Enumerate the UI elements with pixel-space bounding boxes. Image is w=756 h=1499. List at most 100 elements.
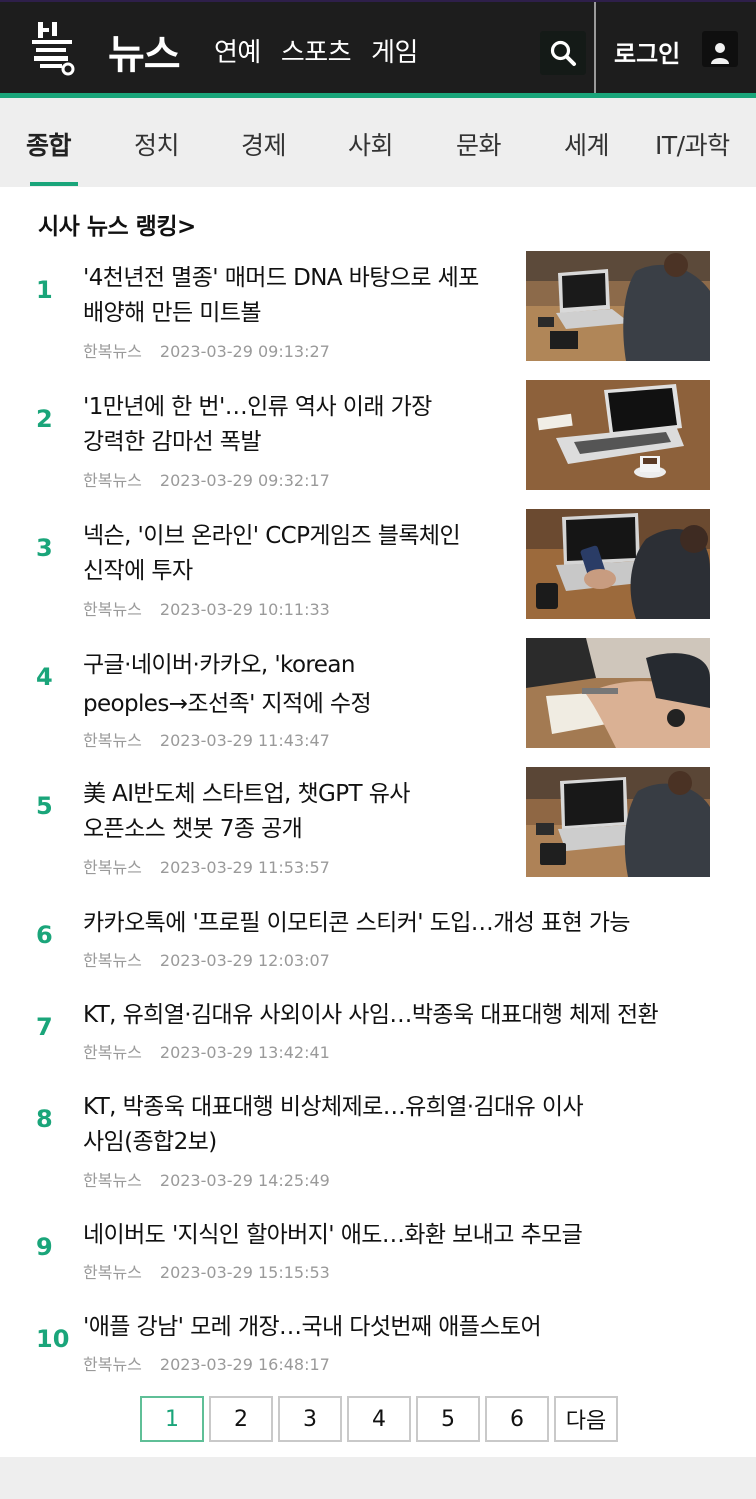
news-meta: 한복뉴스 2023-03-29 10:11:33 xyxy=(83,596,330,620)
news-headline[interactable]: 美 AI반도체 스타트업, 챗GPT 유사 오픈소스 챗봇 7종 공개 xyxy=(83,777,410,847)
news-time: 2023-03-29 16:48:17 xyxy=(159,1355,330,1374)
active-tab-indicator xyxy=(30,182,78,186)
brand-title[interactable]: 뉴스 xyxy=(108,22,181,80)
news-headline[interactable]: 네이버도 '지식인 할아버지' 애도…화환 보내고 추모글 xyxy=(83,1218,583,1253)
news-meta: 한복뉴스 2023-03-29 13:42:41 xyxy=(83,1039,330,1063)
news-meta: 한복뉴스 2023-03-29 11:43:47 xyxy=(83,727,330,751)
headline-line: 넥슨, '이브 온라인' CCP게임즈 블록체인 xyxy=(83,523,461,549)
news-source: 한복뉴스 xyxy=(83,1171,142,1190)
news-meta: 한복뉴스 2023-03-29 09:32:17 xyxy=(83,467,330,491)
tab-culture[interactable]: 문화 xyxy=(456,126,502,162)
tab-general[interactable]: 종합 xyxy=(26,126,72,162)
news-item[interactable]: 4 구글·네이버·카카오, 'korean peoples→조선족' 지적에 수… xyxy=(0,638,756,757)
news-headline[interactable]: KT, 박종욱 대표대행 비상체제로…유희열·김대유 이사 사임(종합2보) xyxy=(83,1090,584,1160)
news-meta: 한복뉴스 2023-03-29 09:13:27 xyxy=(83,338,330,362)
news-thumbnail-image[interactable] xyxy=(526,509,710,619)
news-page: 뉴스 연예 스포츠 게임 로그인 종합 정치 경제 사회 문화 세계 IT/과학… xyxy=(0,0,756,1499)
tab-economy[interactable]: 경제 xyxy=(241,126,287,162)
news-item[interactable]: 1 '4천년전 멸종' 매머드 DNA 바탕으로 세포 배양해 만든 미트볼 한… xyxy=(0,251,756,370)
page-button-1[interactable]: 1 xyxy=(140,1396,204,1442)
top-nav-entertainment[interactable]: 연예 xyxy=(214,32,261,69)
news-source: 한복뉴스 xyxy=(83,858,142,877)
rank-number: 1 xyxy=(36,276,53,304)
news-item[interactable]: 8 KT, 박종욱 대표대행 비상체제로…유희열·김대유 이사 사임(종합2보)… xyxy=(0,1087,756,1197)
news-item[interactable]: 10 '애플 강남' 모레 개장…국내 다섯번째 애플스토어 한복뉴스 2023-… xyxy=(0,1307,756,1381)
page-button-2[interactable]: 2 xyxy=(209,1396,273,1442)
news-item[interactable]: 2 '1만년에 한 번'…인류 역사 이래 가장 강력한 감마선 폭발 한복뉴스… xyxy=(0,380,756,499)
news-source: 한복뉴스 xyxy=(83,951,142,970)
rank-number: 4 xyxy=(36,663,53,691)
news-time: 2023-03-29 13:42:41 xyxy=(159,1043,330,1062)
ranking-title[interactable]: 시사 뉴스 랭킹> xyxy=(38,207,196,241)
news-time: 2023-03-29 09:13:27 xyxy=(159,342,330,361)
search-button[interactable] xyxy=(540,31,586,75)
news-source: 한복뉴스 xyxy=(83,1043,142,1062)
next-page-button[interactable]: 다음 xyxy=(554,1396,618,1442)
news-item[interactable]: 3 넥슨, '이브 온라인' CCP게임즈 블록체인 신작에 투자 한복뉴스 20… xyxy=(0,509,756,628)
news-headline[interactable]: '1만년에 한 번'…인류 역사 이래 가장 강력한 감마선 폭발 xyxy=(83,390,432,460)
page-button-6[interactable]: 6 xyxy=(485,1396,549,1442)
rank-number: 9 xyxy=(36,1233,53,1261)
news-thumbnail-image[interactable] xyxy=(526,638,710,748)
news-item[interactable]: 7 KT, 유희열·김대유 사외이사 사임…박종욱 대표대행 체제 전환 한복뉴… xyxy=(0,995,756,1069)
top-nav-sports[interactable]: 스포츠 xyxy=(281,32,352,69)
tab-world[interactable]: 세계 xyxy=(564,126,610,162)
news-thumbnail-image[interactable] xyxy=(526,251,710,361)
news-headline[interactable]: 구글·네이버·카카오, 'korean peoples→조선족' 지적에 수정 xyxy=(83,648,372,722)
news-thumbnail-image[interactable] xyxy=(526,767,710,877)
news-source: 한복뉴스 xyxy=(83,1263,142,1282)
news-headline[interactable]: KT, 유희열·김대유 사외이사 사임…박종욱 대표대행 체제 전환 xyxy=(83,998,659,1033)
news-time: 2023-03-29 14:25:49 xyxy=(159,1171,330,1190)
top-nav-game[interactable]: 게임 xyxy=(371,32,418,69)
headline-line: KT, 박종욱 대표대행 비상체제로…유희열·김대유 이사 xyxy=(83,1094,584,1120)
news-time: 2023-03-29 11:53:57 xyxy=(159,858,330,877)
search-icon xyxy=(550,40,576,66)
login-link[interactable]: 로그인 xyxy=(614,34,680,69)
news-source: 한복뉴스 xyxy=(83,600,142,619)
news-headline[interactable]: '4천년전 멸종' 매머드 DNA 바탕으로 세포 배양해 만든 미트볼 xyxy=(83,261,479,331)
footer-band xyxy=(0,1457,756,1499)
headline-line: 강력한 감마선 폭발 xyxy=(83,429,262,455)
page-button-4[interactable]: 4 xyxy=(347,1396,411,1442)
headline-line: 카카오톡에 '프로필 이모티콘 스티커' 도입…개성 표현 가능 xyxy=(83,910,631,936)
rank-number: 10 xyxy=(36,1325,70,1353)
news-source: 한복뉴스 xyxy=(83,342,142,361)
news-source: 한복뉴스 xyxy=(83,731,142,750)
headline-line: peoples→조선족' 지적에 수정 xyxy=(83,691,372,717)
rank-number: 8 xyxy=(36,1105,53,1133)
news-headline[interactable]: 넥슨, '이브 온라인' CCP게임즈 블록체인 신작에 투자 xyxy=(83,519,461,589)
news-meta: 한복뉴스 2023-03-29 14:25:49 xyxy=(83,1167,330,1191)
login-button[interactable] xyxy=(702,31,738,67)
headline-line: 사임(종합2보) xyxy=(83,1129,217,1155)
news-item[interactable]: 6 카카오톡에 '프로필 이모티콘 스티커' 도입…개성 표현 가능 한복뉴스 2… xyxy=(0,903,756,977)
tab-it-science[interactable]: IT/과학 xyxy=(655,126,730,162)
news-thumbnail-image[interactable] xyxy=(526,380,710,490)
tab-society[interactable]: 사회 xyxy=(348,126,394,162)
news-headline[interactable]: '애플 강남' 모레 개장…국내 다섯번째 애플스토어 xyxy=(83,1310,542,1345)
news-headline[interactable]: 카카오톡에 '프로필 이모티콘 스티커' 도입…개성 표현 가능 xyxy=(83,906,631,941)
headline-line: 배양해 만든 미트볼 xyxy=(83,300,262,326)
page-button-5[interactable]: 5 xyxy=(416,1396,480,1442)
tab-politics[interactable]: 정치 xyxy=(134,126,180,162)
headline-line: '1만년에 한 번'…인류 역사 이래 가장 xyxy=(83,394,432,420)
page-button-3[interactable]: 3 xyxy=(278,1396,342,1442)
top-nav: 연예 스포츠 게임 xyxy=(214,32,418,69)
headline-line: 구글·네이버·카카오, 'korean xyxy=(83,652,355,678)
news-source: 한복뉴스 xyxy=(83,1355,142,1374)
pagination: 1 2 3 4 5 6 다음 xyxy=(140,1396,618,1442)
news-item[interactable]: 5 美 AI반도체 스타트업, 챗GPT 유사 오픈소스 챗봇 7종 공개 한복… xyxy=(0,767,756,886)
news-time: 2023-03-29 15:15:53 xyxy=(159,1263,330,1282)
news-time: 2023-03-29 09:32:17 xyxy=(159,471,330,490)
rank-number: 6 xyxy=(36,921,53,949)
top-header: 뉴스 연예 스포츠 게임 로그인 xyxy=(0,0,756,95)
news-meta: 한복뉴스 2023-03-29 11:53:57 xyxy=(83,854,330,878)
rank-number: 2 xyxy=(36,405,53,433)
site-logo-icon[interactable] xyxy=(30,20,82,76)
headline-line: '4천년전 멸종' 매머드 DNA 바탕으로 세포 xyxy=(83,265,479,291)
news-item[interactable]: 9 네이버도 '지식인 할아버지' 애도…화환 보내고 추모글 한복뉴스 2023… xyxy=(0,1215,756,1289)
rank-number: 3 xyxy=(36,534,53,562)
rank-number: 5 xyxy=(36,792,53,820)
headline-line: '애플 강남' 모레 개장…국내 다섯번째 애플스토어 xyxy=(83,1314,542,1340)
category-tabs: 종합 정치 경제 사회 문화 세계 IT/과학 xyxy=(0,98,756,187)
rank-number: 7 xyxy=(36,1013,53,1041)
